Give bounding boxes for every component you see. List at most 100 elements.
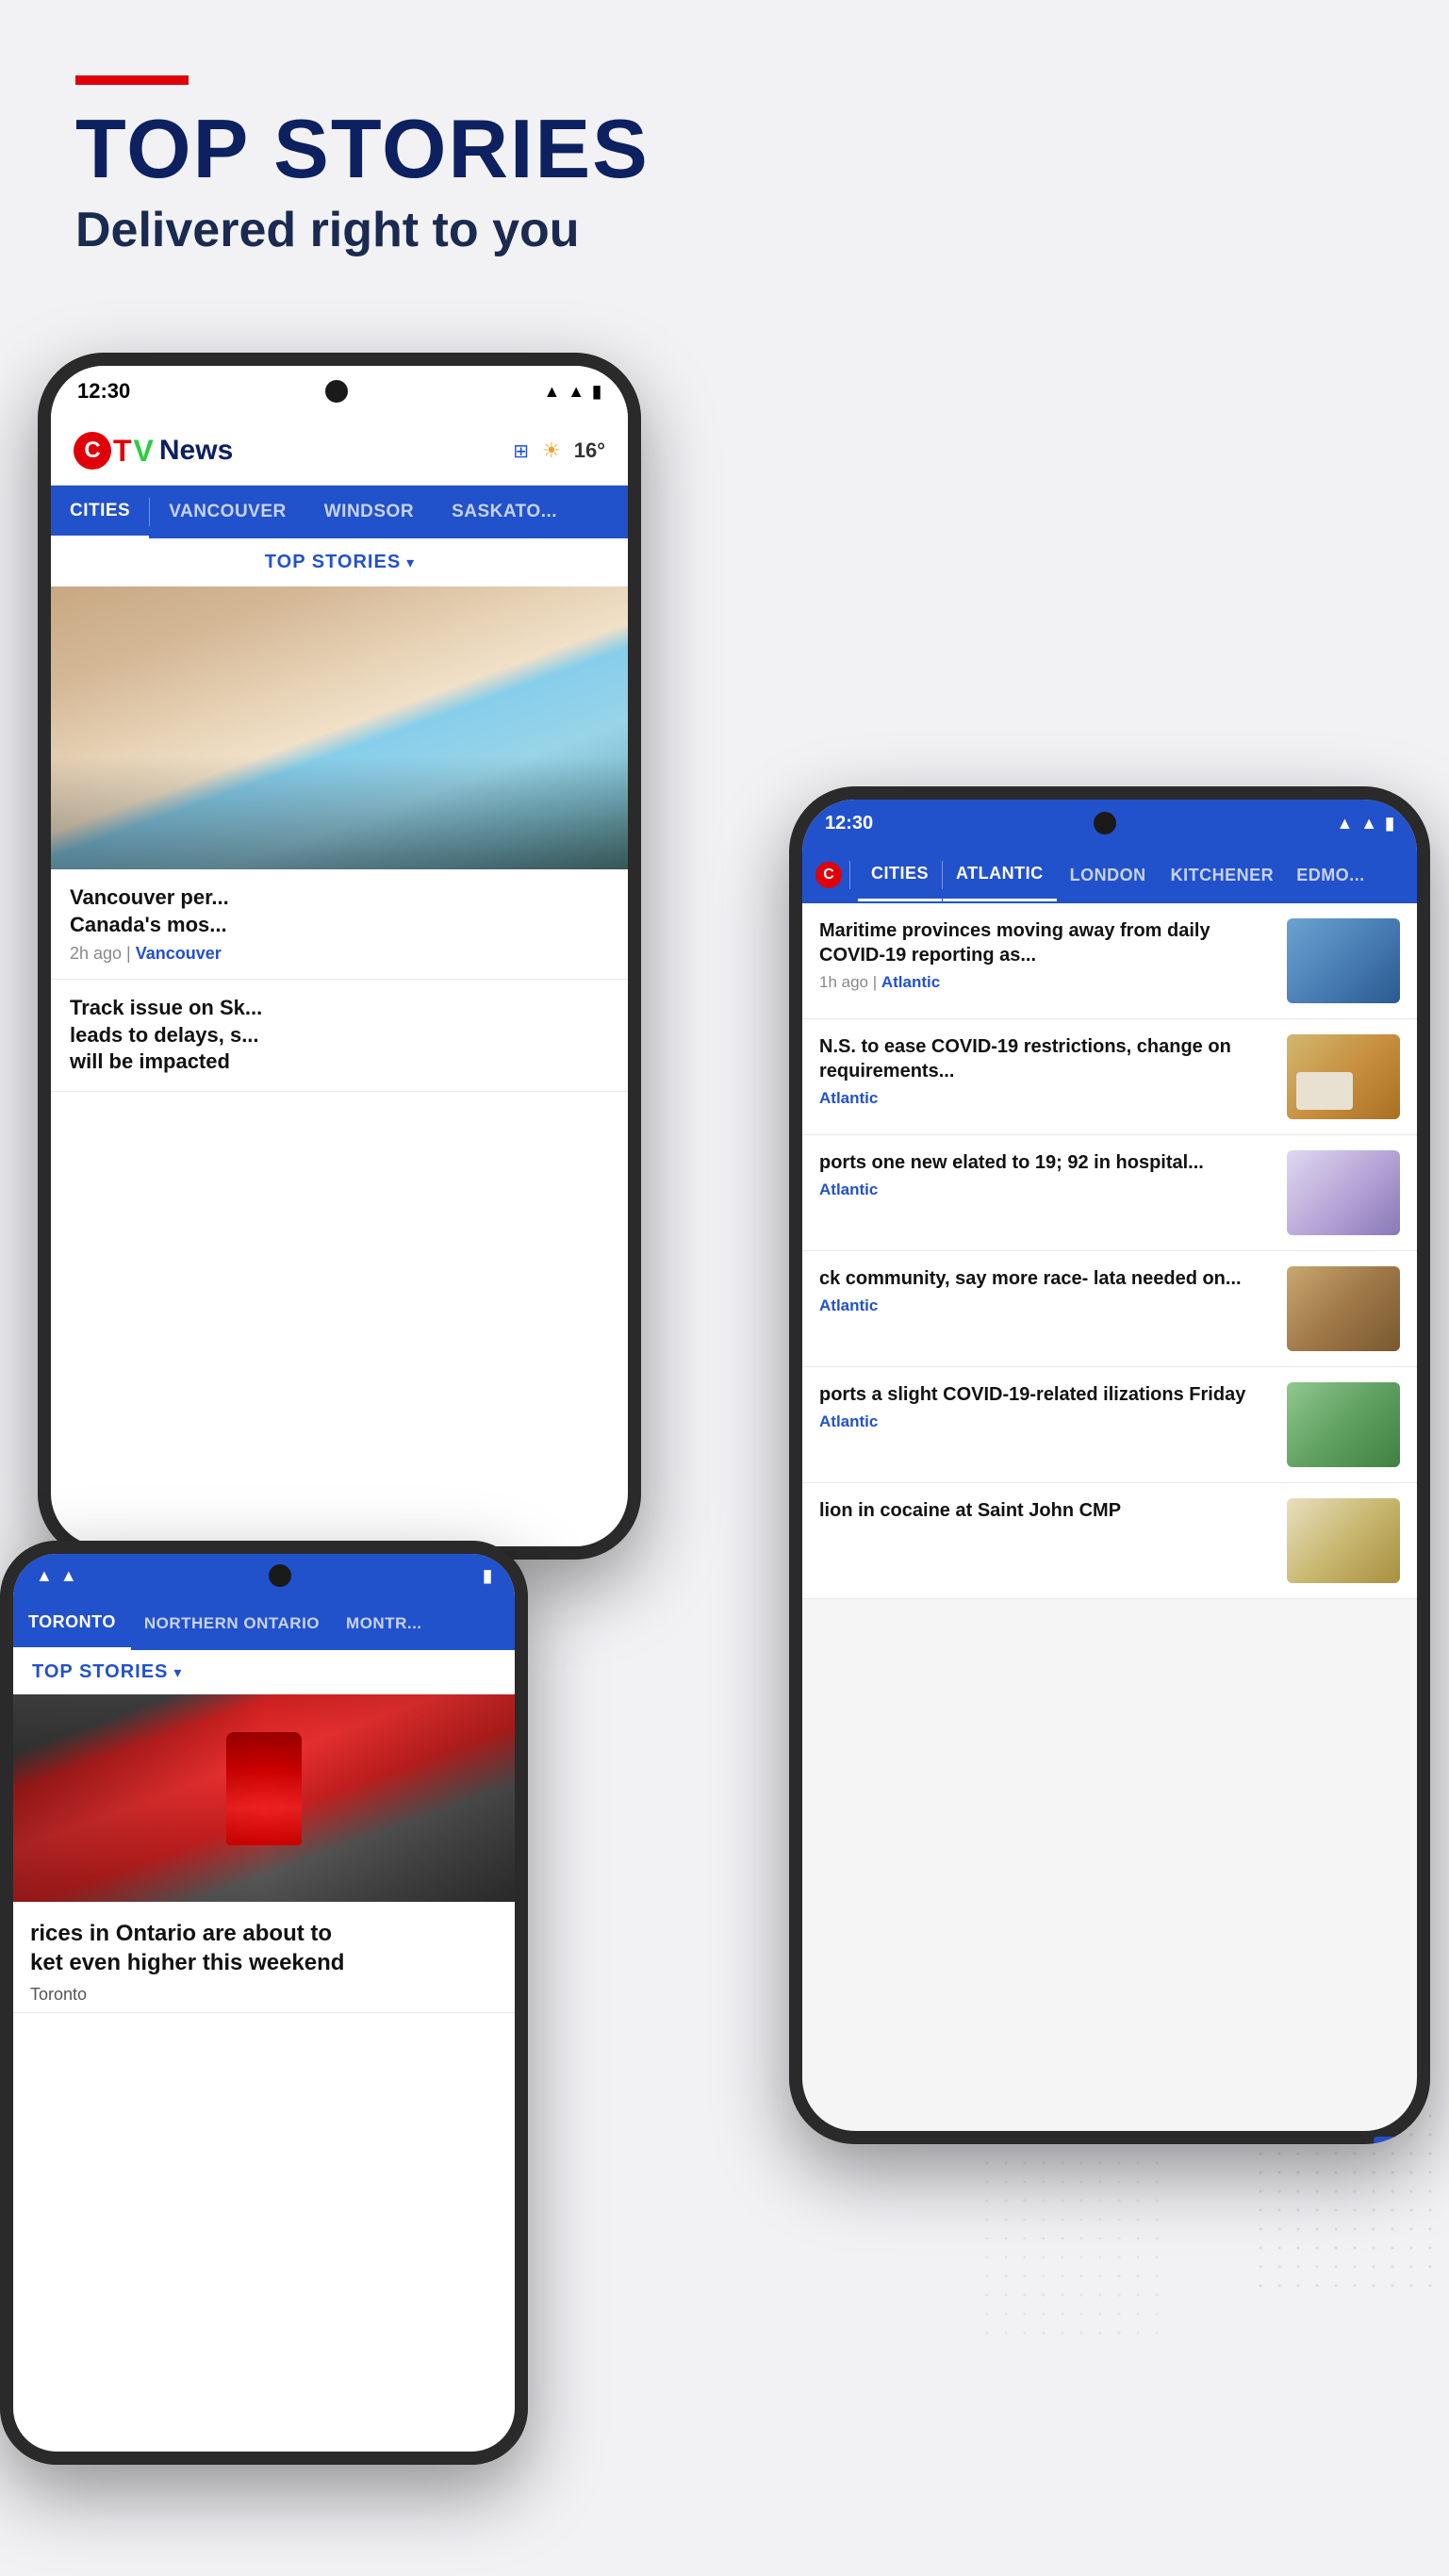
section-title-3[interactable]: TOP STORIES <box>32 1661 168 1683</box>
news-list-meta-4: Atlantic <box>819 1296 1274 1315</box>
status-bar-3: ▲ ▲ ▮ <box>13 1554 515 1597</box>
news-thumbnail-5 <box>1287 1382 1400 1467</box>
weather-icon: ☀ <box>542 438 561 463</box>
subtitle: Delivered right to you <box>75 202 1374 258</box>
chevron-down-icon-3: ▾ <box>173 1663 181 1682</box>
news-meta-toronto: Toronto <box>30 1985 498 2005</box>
nav-vancouver[interactable]: VANCOUVER <box>150 486 305 538</box>
news-list-item-6[interactable]: lion in cocaine at Saint John CMP <box>802 1483 1417 1599</box>
battery-icon: ▮ <box>592 382 601 402</box>
nav-cities-1[interactable]: CITIES <box>51 486 149 538</box>
news-thumbnail-1 <box>1287 918 1400 1003</box>
battery-icon-2: ▮ <box>1385 814 1394 834</box>
nav-saskatoon[interactable]: SASKATO... <box>433 486 576 538</box>
status-icons-3b: ▮ <box>483 1566 492 1586</box>
ctv-small-logo: C <box>815 862 842 888</box>
news-item-toronto-1[interactable]: rices in Ontario are about toket even hi… <box>13 1902 515 2013</box>
news-list-content-5: ports a slight COVID-19-related ilizatio… <box>819 1382 1274 1467</box>
logo-news: News <box>159 435 233 467</box>
news-list-meta-5: Atlantic <box>819 1412 1274 1431</box>
chevron-down-icon-1: ▾ <box>406 553 414 572</box>
nav-toronto[interactable]: TORONTO <box>13 1597 131 1650</box>
nav-edmonton[interactable]: EDMO... <box>1285 849 1376 901</box>
red-bar-decoration <box>75 75 189 85</box>
news-list-item-2[interactable]: N.S. to ease COVID-19 restrictions, chan… <box>802 1019 1417 1135</box>
main-title: TOP STORIES <box>75 107 1374 190</box>
nav-montreal[interactable]: MONTR... <box>333 1597 436 1650</box>
status-icons-1: ▲ ▲ ▮ <box>543 382 601 402</box>
news-list-title-2: N.S. to ease COVID-19 restrictions, chan… <box>819 1034 1274 1083</box>
signal-icon-3: ▲ <box>60 1566 77 1586</box>
phone-atlantic: 12:30 ▲ ▲ ▮ C CITIES ATLANT <box>789 786 1430 2144</box>
nav-kitchener[interactable]: KITCHENER <box>1160 849 1286 901</box>
nav-northern-ontario[interactable]: NORTHERN ONTARIO <box>131 1597 333 1650</box>
status-icons-2: ▲ ▲ ▮ <box>1336 814 1394 834</box>
news-list-item-3[interactable]: ports one new elated to 19; 92 in hospit… <box>802 1135 1417 1251</box>
logo-c: C <box>74 432 111 470</box>
status-time-2: 12:30 <box>825 813 873 834</box>
bottom-bar-indicator <box>1374 2137 1430 2144</box>
wifi-icon: ▲ <box>543 382 560 402</box>
wifi-icon-2: ▲ <box>1336 814 1353 834</box>
nav-london[interactable]: LONDON <box>1057 849 1160 901</box>
signal-icon-2: ▲ <box>1360 814 1377 834</box>
news-title-toronto: rices in Ontario are about toket even hi… <box>30 1919 498 1977</box>
status-time-1: 12:30 <box>77 379 130 404</box>
nav-bar-3: TORONTO NORTHERN ONTARIO MONTR... <box>13 1597 515 1650</box>
news-list-content-3: ports one new elated to 19; 92 in hospit… <box>819 1150 1274 1235</box>
ctv-logo-1: C T V News <box>74 432 233 470</box>
logo-v: V <box>134 434 154 469</box>
phones-container: 12:30 ▲ ▲ ▮ C T V News <box>0 315 1449 2389</box>
news-title-2: Track issue on Sk...leads to delays, s..… <box>70 995 609 1076</box>
nav-bar-2: C CITIES ATLANTIC LONDON KITCHENER EDMO.… <box>802 847 1417 903</box>
status-bar-2: 12:30 ▲ ▲ ▮ <box>802 800 1417 847</box>
news-list-title-4: ck community, say more race- lata needed… <box>819 1266 1274 1291</box>
nav-divider-2 <box>849 861 850 889</box>
news-list-item-5[interactable]: ports a slight COVID-19-related ilizatio… <box>802 1367 1417 1483</box>
news-list-meta-3: Atlantic <box>819 1181 1274 1199</box>
status-bar-1: 12:30 ▲ ▲ ▮ <box>51 366 628 417</box>
header-right-1: ⊞ ☀ 16° <box>513 438 605 463</box>
weather-temp: 16° <box>574 438 605 463</box>
news-thumbnail-4 <box>1287 1266 1400 1351</box>
news-list-item-4[interactable]: ck community, say more race- lata needed… <box>802 1251 1417 1367</box>
page-background: TOP STORIES Delivered right to you 12:30… <box>0 0 1449 2576</box>
news-title-1: Vancouver per...Canada's mos... <box>70 884 609 938</box>
news-list-meta-2: Atlantic <box>819 1089 1274 1108</box>
phone-vancouver: 12:30 ▲ ▲ ▮ C T V News <box>38 353 641 1560</box>
news-list-content-4: ck community, say more race- lata needed… <box>819 1266 1274 1351</box>
news-list-content-6: lion in cocaine at Saint John CMP <box>819 1498 1274 1583</box>
nav-bar-1: CITIES VANCOUVER WINDSOR SASKATO... <box>51 486 628 538</box>
news-list-title-6: lion in cocaine at Saint John CMP <box>819 1498 1274 1523</box>
logo-t: T <box>113 434 132 469</box>
dots-decoration-2 <box>978 2154 1166 2342</box>
section-title-1[interactable]: TOP STORIES <box>265 552 401 573</box>
status-icons-3: ▲ ▲ <box>36 1566 77 1586</box>
news-item-1[interactable]: Vancouver per...Canada's mos... 2h ago |… <box>51 869 628 980</box>
nav-windsor[interactable]: WINDSOR <box>305 486 433 538</box>
news-list-title-3: ports one new elated to 19; 92 in hospit… <box>819 1150 1274 1175</box>
cast-icon[interactable]: ⊞ <box>513 439 529 463</box>
hero-image-3 <box>13 1694 515 1902</box>
news-list-meta-1: 1h ago | Atlantic <box>819 973 1274 992</box>
battery-icon-3: ▮ <box>483 1566 492 1586</box>
camera-notch-3 <box>269 1564 291 1587</box>
news-meta-1: 2h ago | Vancouver <box>70 944 609 964</box>
ctv-header-1: C T V News ⊞ ☀ 16° <box>51 417 628 486</box>
section-header-3: TOP STORIES ▾ <box>13 1650 515 1694</box>
news-list-content-1: Maritime provinces moving away from dail… <box>819 918 1274 1003</box>
news-thumbnail-3 <box>1287 1150 1400 1235</box>
phone-toronto: ▲ ▲ ▮ TORONTO NORTHERN ONTARIO MONTR... <box>0 1541 528 2465</box>
news-list-item-1[interactable]: Maritime provinces moving away from dail… <box>802 903 1417 1019</box>
news-list-title-5: ports a slight COVID-19-related ilizatio… <box>819 1382 1274 1407</box>
news-list-title-1: Maritime provinces moving away from dail… <box>819 918 1274 967</box>
news-item-2[interactable]: Track issue on Sk...leads to delays, s..… <box>51 980 628 1092</box>
nav-cities-2[interactable]: CITIES <box>858 849 942 901</box>
news-thumbnail-2 <box>1287 1034 1400 1119</box>
camera-notch-1 <box>325 380 348 403</box>
hero-image-1 <box>51 586 628 869</box>
signal-icon: ▲ <box>568 382 585 402</box>
nav-atlantic[interactable]: ATLANTIC <box>943 849 1057 901</box>
news-thumbnail-6 <box>1287 1498 1400 1583</box>
news-list-content-2: N.S. to ease COVID-19 restrictions, chan… <box>819 1034 1274 1119</box>
